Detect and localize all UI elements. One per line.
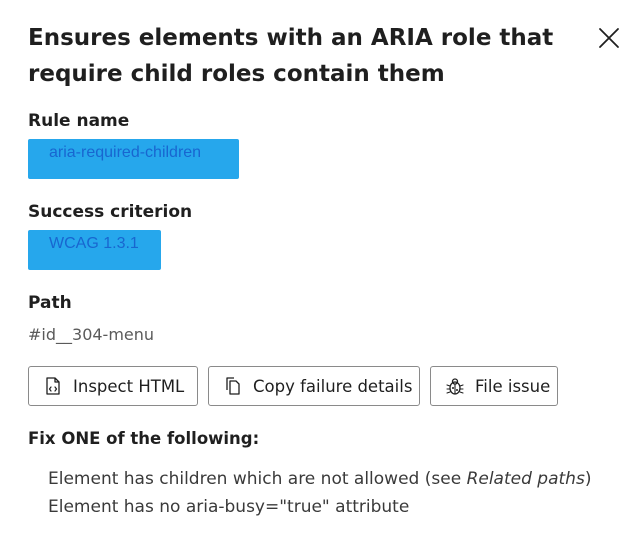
fix-item: Element has no aria-busy="true" attribut…	[48, 497, 410, 517]
copy-failure-details-label: Copy failure details	[253, 376, 413, 396]
close-icon	[593, 28, 625, 57]
rule-name-link[interactable]: aria-required-children	[28, 139, 239, 179]
fix-list: Element has children which are not allow…	[48, 465, 591, 521]
failure-details-panel: Ensures elements with an ARIA role that …	[0, 0, 642, 537]
inspect-html-label: Inspect HTML	[73, 376, 185, 396]
success-criterion-link[interactable]: WCAG 1.3.1	[28, 230, 161, 270]
bug-icon	[445, 376, 465, 396]
inspect-html-icon	[43, 376, 63, 396]
fix-item: Element has children which are not allow…	[48, 465, 591, 493]
fix-item-text-suffix: )	[584, 469, 592, 489]
file-issue-label: File issue	[475, 376, 551, 396]
inspect-html-button[interactable]: Inspect HTML	[28, 366, 198, 406]
close-button[interactable]	[593, 22, 625, 54]
file-issue-button[interactable]: File issue	[430, 366, 558, 406]
copy-failure-details-button[interactable]: Copy failure details	[208, 366, 420, 406]
related-paths-text: Related paths	[466, 469, 585, 489]
rule-name-label: Rule name	[28, 111, 130, 131]
path-value: #id__304-menu	[28, 325, 155, 344]
fix-item-text: Element has children which are not allow…	[48, 469, 467, 489]
dialog-title: Ensures elements with an ARIA role that …	[28, 25, 554, 87]
success-criterion-label: Success criterion	[28, 202, 193, 222]
fix-heading: Fix ONE of the following:	[28, 429, 260, 448]
copy-icon	[223, 376, 243, 396]
path-label: Path	[28, 293, 72, 313]
